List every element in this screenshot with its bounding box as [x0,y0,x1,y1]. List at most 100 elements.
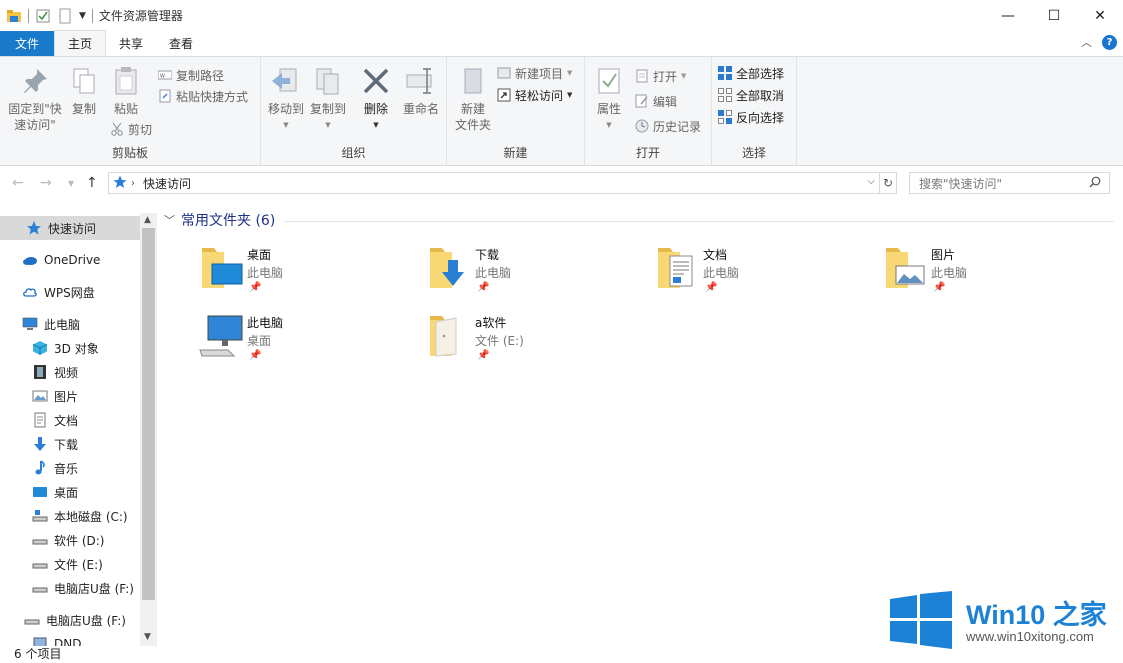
nav-item-quick-access[interactable]: 快速访问 [0,216,140,240]
frequent-folders-header[interactable]: ﹀ 常用文件夹 (6) [164,210,275,230]
cut-button[interactable]: 剪切 [110,119,152,139]
search-placeholder: 搜索"快速访问" [919,176,1003,191]
folder-location: 此电脑 [703,266,740,280]
pin-icon: 📌 [705,282,718,293]
nav-item-desktop[interactable]: 桌面 [0,480,140,504]
breadcrumb-quick-access[interactable]: 快速访问 [143,175,191,192]
breadcrumb-chevron-icon[interactable]: › [131,178,135,189]
help-icon[interactable]: ? [1102,34,1117,50]
scrollbar-thumb[interactable] [142,228,155,600]
nav-item-videos[interactable]: 视频 [0,360,140,384]
select-none-button[interactable]: 全部取消 [718,85,784,105]
nav-item-3d-objects[interactable]: 3D 对象 [0,336,140,360]
address-box[interactable]: › 快速访问 ⌵ [108,172,880,194]
toolbar-separator [28,8,29,23]
new-folder-quick-icon[interactable] [57,8,73,24]
nav-item-drive-e[interactable]: 文件 (E:) [0,552,140,576]
collapse-ribbon-icon[interactable]: ︿ [1081,34,1092,50]
edit-button[interactable]: 编辑 [635,91,677,111]
open-button[interactable]: 打开 ▼ [635,66,686,86]
history-icon [635,119,649,133]
tab-share[interactable]: 共享 [106,31,156,56]
maximize-button[interactable]: ☐ [1031,0,1077,31]
copy-to-button[interactable]: 复制到 ▼ [307,65,349,133]
nav-item-usb-f-child[interactable]: 电脑店U盘 (F:) [0,576,140,600]
recent-locations-icon[interactable]: ▼ [68,179,74,188]
nav-item-downloads[interactable]: 下载 [0,432,140,456]
scroll-down-icon[interactable]: ▼ [144,632,151,642]
properties-quick-icon[interactable] [35,8,51,24]
delete-button[interactable]: 删除 ▼ [359,65,393,133]
nav-label: OneDrive [44,253,101,267]
search-input[interactable]: 搜索"快速访问" [909,172,1110,194]
collapse-chevron-icon[interactable]: ﹀ [164,212,175,228]
tab-view[interactable]: 查看 [156,31,206,56]
paste-button[interactable]: 粘贴 [106,65,146,117]
drive-icon [32,556,48,572]
rename-button[interactable]: 重命名 [399,65,443,117]
copy-button[interactable]: 复制 [66,65,102,117]
pin-to-quick-access-button[interactable]: 固定到"快 速访问" [4,65,66,133]
folder-tile-downloads[interactable]: 下载 此电脑 📌 [386,244,606,304]
nav-item-pictures[interactable]: 图片 [0,384,140,408]
folder-tile-this-pc[interactable]: 此电脑 桌面 📌 [158,312,378,372]
group-divider [284,221,1114,222]
folder-tile-a-software[interactable]: a软件 文件 (E:) 📌 [386,312,606,372]
tab-file[interactable]: 文件 [0,31,55,56]
paste-shortcut-icon [158,89,172,103]
nav-label: 软件 (D:) [54,533,105,548]
pin-icon [19,65,51,97]
copy-path-button[interactable]: W 复制路径 [157,65,224,85]
easy-access-icon [497,88,511,102]
pictures-folder-icon [882,244,930,292]
nav-item-usb-f[interactable]: 电脑店U盘 (F:) [0,608,140,632]
explorer-app-icon[interactable] [6,8,22,24]
navigation-scrollbar[interactable]: ▲ ▼ [140,213,157,646]
computer-icon [22,316,38,332]
folder-location: 文件 (E:) [475,334,524,348]
usb-drive-icon [32,580,48,596]
address-dropdown-icon[interactable]: ⌵ [867,176,875,187]
properties-button[interactable]: 属性 ▼ [591,65,627,133]
nav-item-onedrive[interactable]: OneDrive [0,248,140,272]
edit-icon [635,94,649,108]
nav-item-wps-drive[interactable]: WPS网盘 [0,280,140,304]
content-pane: ﹀ 常用文件夹 (6) 桌面 此电脑 📌 下载 此电脑 📌 文档 此电脑 📌 图… [158,200,1123,646]
minimize-button[interactable]: — [985,0,1031,31]
folder-tile-desktop[interactable]: 桌面 此电脑 📌 [158,244,378,304]
folder-tile-pictures[interactable]: 图片 此电脑 📌 [842,244,1062,304]
nav-item-drive-c[interactable]: 本地磁盘 (C:) [0,504,140,528]
move-to-button[interactable]: 移动到 ▼ [265,65,307,133]
picture-icon [32,388,48,404]
forward-arrow-icon[interactable]: → [40,175,52,191]
history-label: 历史记录 [653,119,702,134]
invert-selection-button[interactable]: 反向选择 [718,107,784,127]
select-all-button[interactable]: 全部选择 [718,63,784,83]
nav-item-drive-d[interactable]: 软件 (D:) [0,528,140,552]
nav-item-music[interactable]: 音乐 [0,456,140,480]
up-arrow-icon[interactable]: ↑ [86,175,98,191]
customize-quick-access-icon[interactable]: ▼ [79,11,86,21]
close-button[interactable]: ✕ [1077,0,1123,31]
new-folder-button[interactable]: 新建 文件夹 [451,65,495,133]
select-group-label: 选择 [741,146,766,160]
history-button[interactable]: 历史记录 [635,116,701,136]
search-icon [1089,176,1101,191]
paste-shortcut-button[interactable]: 粘贴快捷方式 [158,86,248,106]
nav-label: 本地磁盘 (C:) [54,509,128,524]
refresh-button[interactable]: ↻ [879,172,897,194]
folder-tile-documents[interactable]: 文档 此电脑 📌 [614,244,834,304]
scroll-up-icon[interactable]: ▲ [144,215,151,225]
easy-access-button[interactable]: 轻松访问 ▼ [497,85,572,105]
nav-item-dnd[interactable]: DND [0,632,140,646]
paste-icon [110,65,142,97]
back-arrow-icon[interactable]: ← [12,175,24,191]
network-icon [32,636,48,646]
delete-x-icon [360,65,392,97]
nav-item-documents[interactable]: 文档 [0,408,140,432]
new-item-button[interactable]: 新建项目 ▼ [497,63,572,83]
nav-item-this-pc[interactable]: 此电脑 [0,312,140,336]
tab-home[interactable]: 主页 [54,30,107,56]
new-folder-icon [457,65,489,97]
title-bar: ▼ 文件资源管理器 — ☐ ✕ [0,0,1123,31]
